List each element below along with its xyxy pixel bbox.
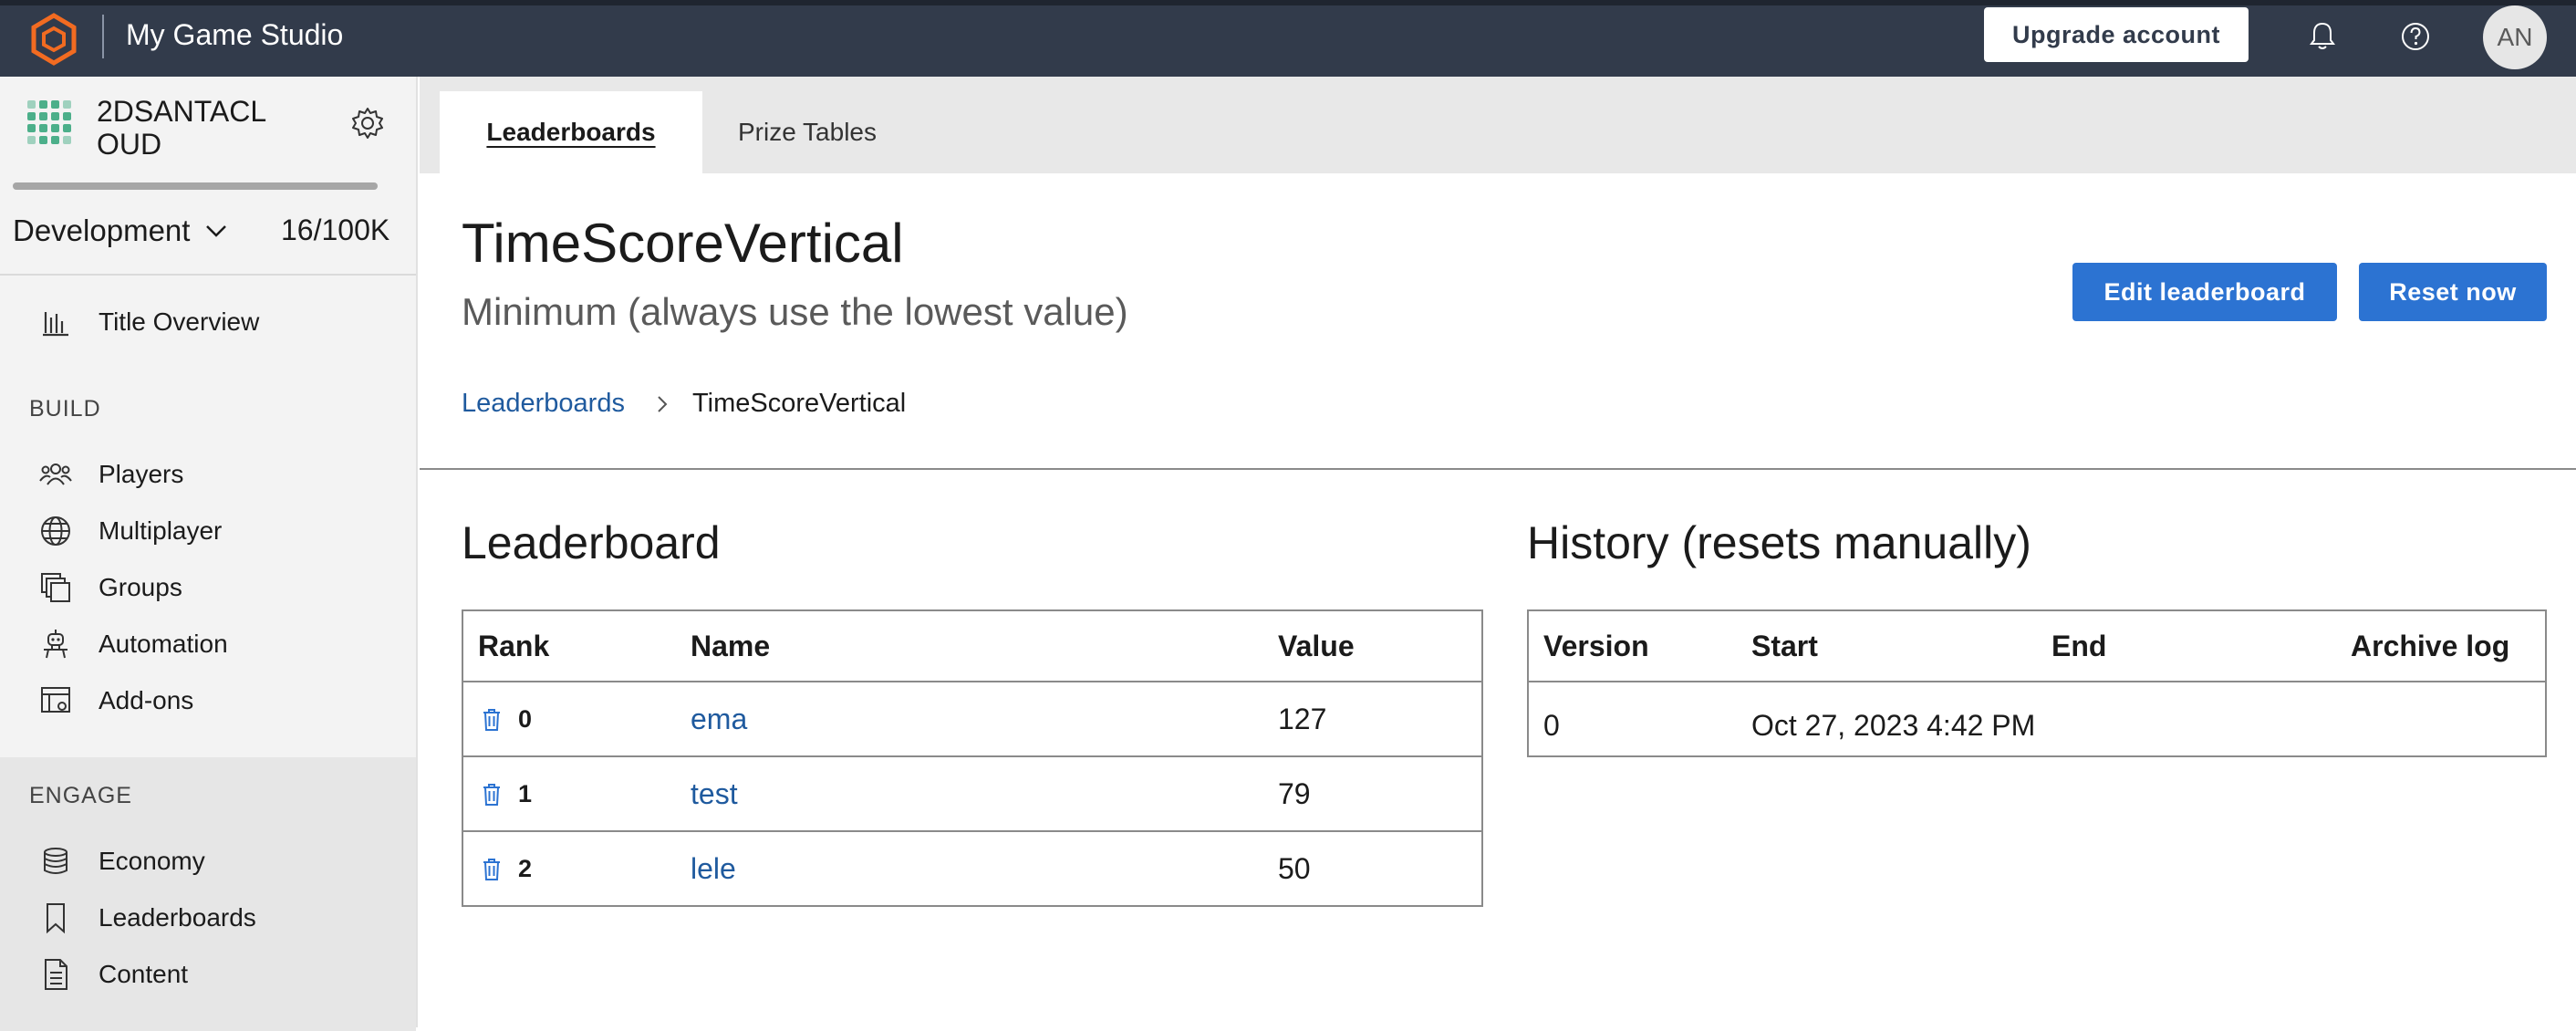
player-name-link[interactable]: lele <box>691 852 736 885</box>
usage-count: 16/100K <box>281 213 390 246</box>
sidebar-item-automation[interactable]: Automation <box>0 619 416 670</box>
trash-icon[interactable] <box>478 705 505 733</box>
groups-icon <box>41 573 70 602</box>
robot-icon <box>44 630 68 659</box>
column-header-version: Version <box>1528 610 1737 682</box>
end-cell <box>2037 682 2336 756</box>
page-subtitle: Minimum (always use the lowest value) <box>462 290 1128 333</box>
column-header-archive-log: Archive log <box>2336 610 2546 682</box>
column-header-start: Start <box>1737 610 2037 682</box>
sidebar-item-label: Automation <box>99 630 228 658</box>
bookmark-icon <box>47 903 65 934</box>
bell-icon[interactable] <box>2304 18 2341 55</box>
studio-name[interactable]: My Game Studio <box>126 18 343 52</box>
column-header-rank[interactable]: Rank <box>462 610 676 682</box>
rank-value: 1 <box>518 779 533 807</box>
sidebar-item-economy[interactable]: Economy <box>0 836 416 887</box>
section-header-engage: ENGAGE <box>29 783 132 808</box>
edit-leaderboard-button[interactable]: Edit leaderboard <box>2072 263 2337 321</box>
column-header-value[interactable]: Value <box>1263 610 1482 682</box>
trash-icon[interactable] <box>478 855 505 882</box>
sidebar-item-label: Economy <box>99 847 205 875</box>
globe-icon <box>41 516 70 546</box>
page-title: TimeScoreVertical <box>462 213 904 274</box>
document-icon <box>45 959 68 990</box>
sidebar-item-label: Multiplayer <box>99 516 223 545</box>
player-name-link[interactable]: ema <box>691 703 747 735</box>
leaderboard-table: Rank Name Value 0 ema 127 1 test 79 2 le… <box>462 609 1483 907</box>
sidebar-item-content[interactable]: Content <box>0 949 416 1000</box>
rank-cell: 2 <box>478 855 676 883</box>
version-cell: 0 <box>1543 709 1560 742</box>
title-grid-icon <box>27 100 71 144</box>
chevron-right-icon <box>658 395 668 412</box>
sidebar-item-groups[interactable]: Groups <box>0 562 416 613</box>
environment-dropdown[interactable]: Development <box>13 213 230 248</box>
table-row: 0 ema 127 <box>462 682 1482 757</box>
sidebar-item-label: Add-ons <box>99 686 194 714</box>
sidebar-item-multiplayer[interactable]: Multiplayer <box>0 505 416 557</box>
topbar-divider <box>102 15 104 58</box>
usage-progress-fill <box>13 182 378 190</box>
help-icon[interactable] <box>2397 18 2434 55</box>
table-row: 2 lele 50 <box>462 831 1482 906</box>
trash-icon[interactable] <box>478 780 505 807</box>
rank-cell: 0 <box>478 705 676 734</box>
top-bar: My Game Studio Upgrade account AN <box>0 0 2576 77</box>
environment-label: Development <box>13 213 191 247</box>
header-divider <box>420 468 2576 470</box>
column-header-end: End <box>2037 610 2336 682</box>
breadcrumb-link-leaderboards[interactable]: Leaderboards <box>462 389 625 419</box>
sidebar-divider <box>0 274 416 276</box>
addons-icon <box>41 687 70 713</box>
score-value: 127 <box>1263 682 1482 757</box>
players-icon <box>39 463 72 485</box>
sidebar-item-addons[interactable]: Add-ons <box>0 675 416 726</box>
sidebar-item-label: Content <box>99 960 189 988</box>
tab-prize-tables[interactable]: Prize Tables <box>721 91 894 173</box>
rank-value: 0 <box>518 704 533 733</box>
rank-value: 2 <box>518 854 533 882</box>
sidebar-item-players[interactable]: Players <box>0 449 416 500</box>
title-name[interactable]: 2DSANTACLOUD <box>97 95 279 161</box>
tab-leaderboards[interactable]: Leaderboards <box>440 91 702 173</box>
sidebar-item-leaderboards[interactable]: Leaderboards <box>0 892 416 943</box>
table-row: 1 test 79 <box>462 756 1482 832</box>
sidebar-item-label: Title Overview <box>99 307 260 336</box>
table-row: 0 Oct 27, 2023 4:42 PM <box>1528 682 2546 756</box>
history-heading: History (resets manually) <box>1527 517 2031 568</box>
score-value: 50 <box>1278 851 1311 885</box>
history-table: Version Start End Archive log 0 Oct 27, … <box>1527 609 2547 757</box>
start-cell: Oct 27, 2023 4:42 PM <box>1751 709 2036 742</box>
usage-progress-bar <box>13 182 378 190</box>
player-name-link[interactable]: test <box>691 777 738 810</box>
sidebar-item-label: Players <box>99 460 184 488</box>
coins-icon <box>44 848 68 874</box>
bar-chart-icon <box>43 312 68 337</box>
reset-now-button[interactable]: Reset now <box>2359 263 2547 321</box>
breadcrumb-current: TimeScoreVertical <box>691 389 907 418</box>
sidebar-item-title-overview[interactable]: Title Overview <box>0 297 416 348</box>
column-header-name[interactable]: Name <box>676 610 1263 682</box>
archive-log-cell <box>2336 682 2546 756</box>
sidebar: 2DSANTACLOUD Development 16/100K Title O… <box>0 77 418 1031</box>
section-header-build: BUILD <box>29 396 101 422</box>
leaderboard-heading: Leaderboard <box>462 517 721 568</box>
sidebar-item-label: Groups <box>99 573 182 601</box>
tab-bar: Leaderboards Prize Tables <box>420 77 2576 173</box>
score-value: 79 <box>1263 756 1482 832</box>
upgrade-account-button[interactable]: Upgrade account <box>1984 7 2249 62</box>
user-avatar[interactable]: AN <box>2483 5 2547 69</box>
sidebar-item-label: Leaderboards <box>99 903 256 932</box>
breadcrumb: Leaderboards TimeScoreVertical <box>462 389 906 419</box>
chevron-down-icon <box>206 225 227 237</box>
gear-icon[interactable] <box>350 106 385 141</box>
playfab-logo-icon[interactable] <box>27 13 80 66</box>
rank-cell: 1 <box>478 780 676 808</box>
